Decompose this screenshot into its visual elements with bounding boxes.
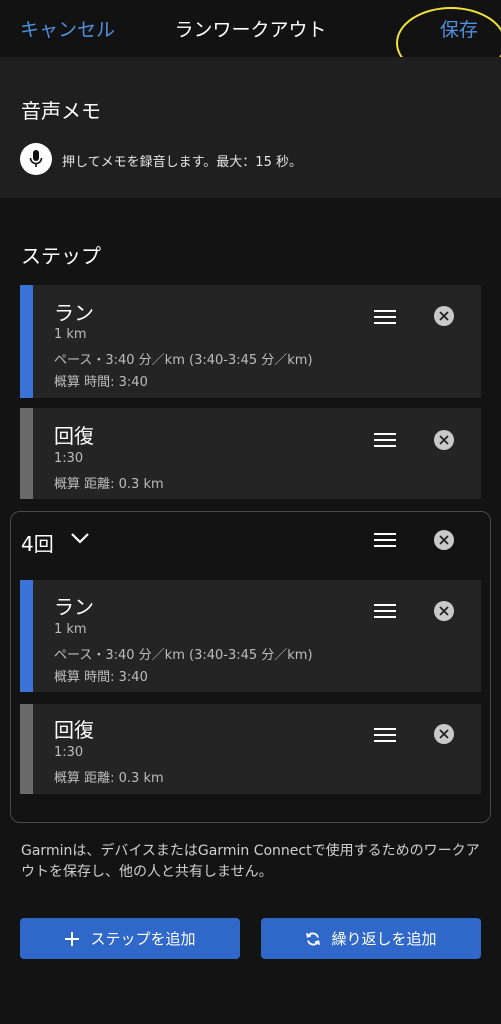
microphone-icon — [29, 150, 43, 167]
drag-handle-icon[interactable] — [374, 310, 396, 324]
recovery-color-bar — [20, 408, 33, 499]
add-step-label: ステップを追加 — [90, 930, 196, 948]
repeat-step-card-run[interactable]: ラン 1 km ペース・3:40 分／km (3:40-3:45 分／km) 概… — [20, 580, 481, 692]
step-label: 回復 — [54, 718, 94, 742]
step-distance: 1 km — [54, 622, 87, 637]
run-color-bar — [20, 285, 33, 398]
step-label: 回復 — [54, 424, 94, 448]
drag-handle-icon[interactable] — [374, 433, 396, 447]
voice-memo-hint: 押してメモを録音します。最大：15 秒。 — [62, 155, 302, 170]
step-estimate: 概算 時間: 3:40 — [54, 670, 148, 685]
voice-memo-title: 音声メモ — [21, 99, 101, 123]
step-card-run[interactable]: ラン 1 km ペース・3:40 分／km (3:40-3:45 分／km) 概… — [20, 285, 481, 398]
step-estimate: 概算 距離: 0.3 km — [54, 477, 164, 492]
add-repeat-button[interactable]: 繰り返しを追加 — [261, 918, 481, 959]
step-label: ラン — [54, 301, 94, 325]
voice-memo-section — [0, 57, 501, 198]
step-duration: 1:30 — [54, 451, 84, 466]
step-distance: 1 km — [54, 327, 87, 342]
step-pace: ペース・3:40 分／km (3:40-3:45 分／km) — [54, 648, 313, 663]
add-step-button[interactable]: ステップを追加 — [20, 918, 240, 959]
step-card-recovery[interactable]: 回復 1:30 概算 距離: 0.3 km — [20, 408, 481, 499]
drag-handle-icon[interactable] — [374, 604, 396, 618]
privacy-note: Garminは、デバイスまたはGarmin Connectで使用するためのワーク… — [21, 843, 480, 880]
step-estimate: 概算 距離: 0.3 km — [54, 771, 164, 786]
step-estimate: 概算 時間: 3:40 — [54, 375, 148, 390]
remove-repeat-icon[interactable] — [434, 530, 454, 550]
run-color-bar — [20, 580, 33, 692]
remove-step-icon[interactable] — [434, 601, 454, 621]
repeat-drag-handle-icon[interactable] — [374, 533, 396, 547]
repeat-count[interactable]: 4回 — [21, 528, 54, 557]
record-memo-button[interactable] — [20, 143, 52, 175]
steps-title: ステップ — [21, 244, 101, 268]
add-repeat-label: 繰り返しを追加 — [331, 930, 437, 948]
step-label: ラン — [54, 595, 94, 619]
step-duration: 1:30 — [54, 745, 84, 760]
remove-step-icon[interactable] — [434, 430, 454, 450]
drag-handle-icon[interactable] — [374, 728, 396, 742]
recovery-color-bar — [20, 704, 33, 794]
remove-step-icon[interactable] — [434, 306, 454, 326]
chevron-down-icon[interactable] — [70, 530, 90, 549]
plus-icon — [64, 931, 80, 947]
step-pace: ペース・3:40 分／km (3:40-3:45 分／km) — [54, 353, 313, 368]
remove-step-icon[interactable] — [434, 724, 454, 744]
repeat-step-card-recovery[interactable]: 回復 1:30 概算 距離: 0.3 km — [20, 704, 481, 794]
repeat-icon — [305, 931, 321, 947]
